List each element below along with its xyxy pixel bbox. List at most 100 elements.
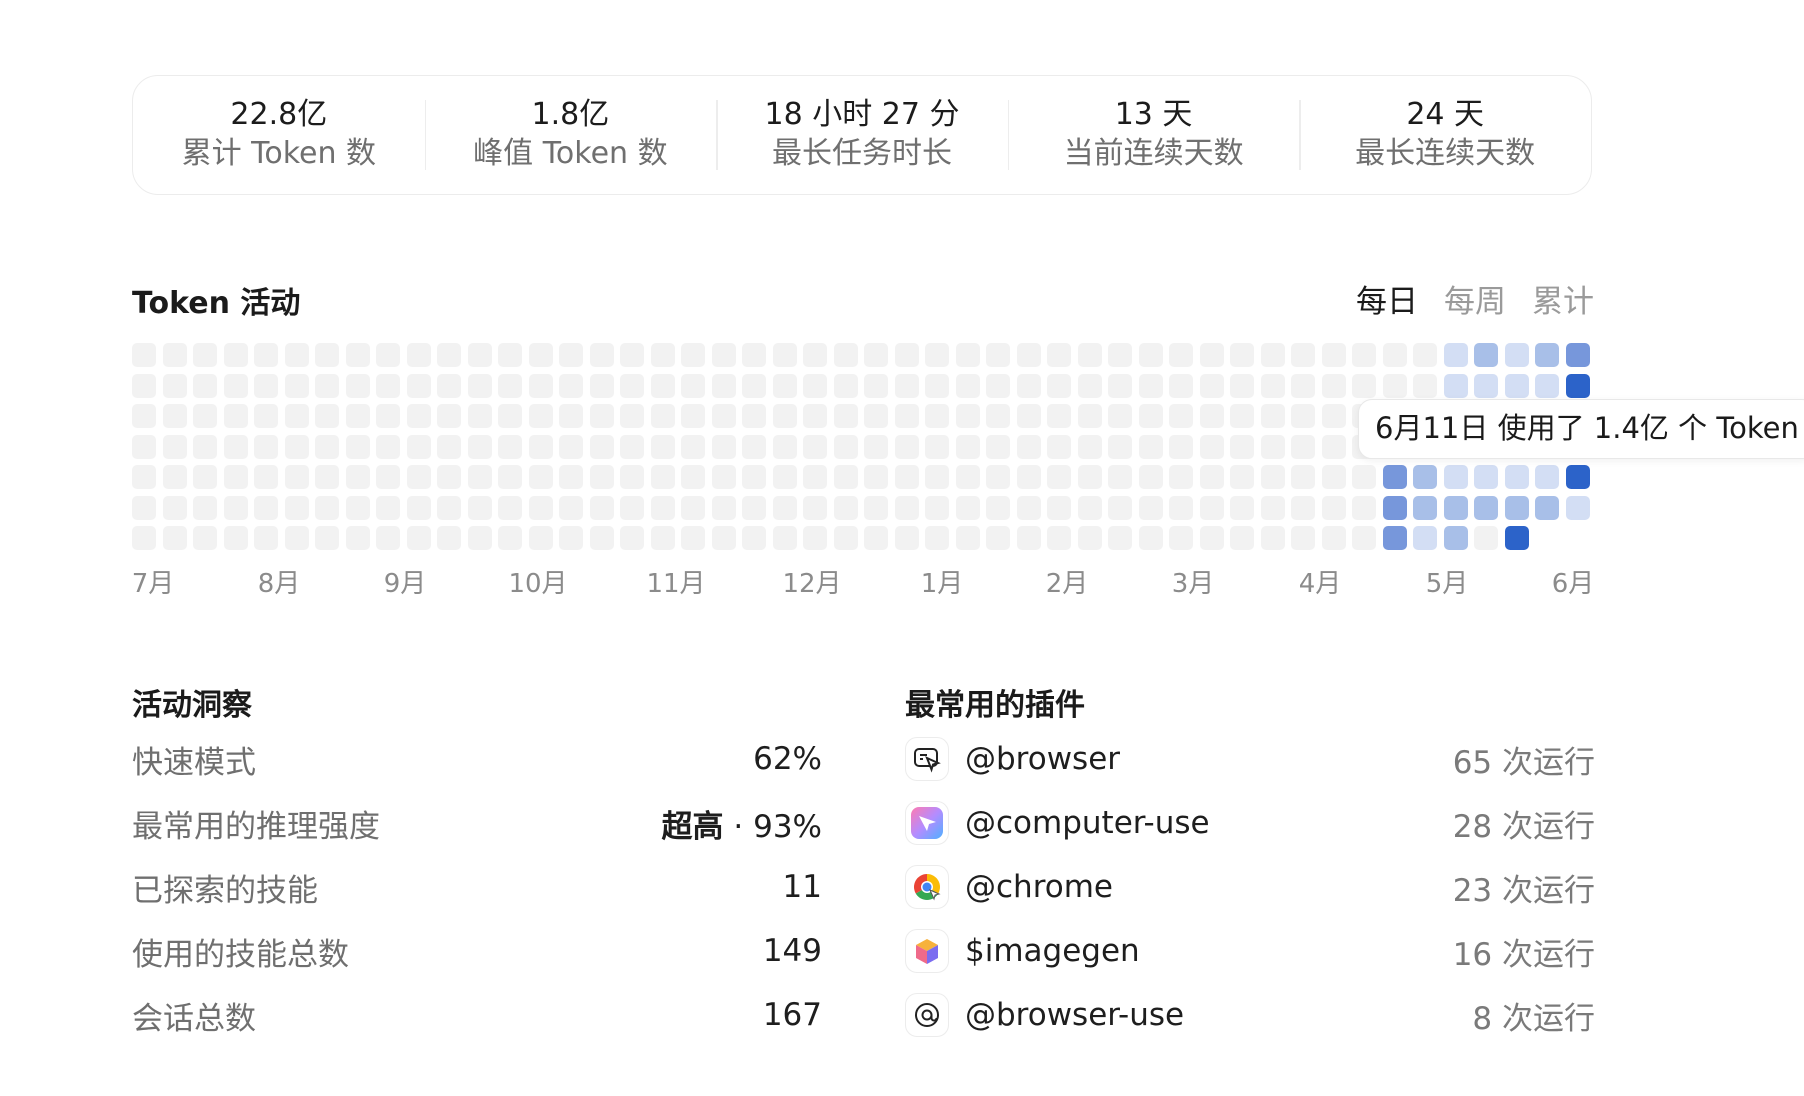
heatmap-cell[interactable] [803, 343, 827, 367]
heatmap-cell[interactable] [1382, 373, 1407, 398]
heatmap-cell[interactable] [1077, 373, 1102, 398]
heatmap-cell[interactable] [406, 434, 431, 459]
heatmap-cell[interactable] [1230, 404, 1254, 428]
heatmap-cell[interactable] [162, 434, 187, 459]
heatmap-cell[interactable] [925, 404, 949, 428]
heatmap-cell[interactable] [528, 465, 553, 489]
heatmap-cell[interactable] [986, 495, 1010, 520]
heatmap-cell[interactable] [284, 404, 309, 428]
heatmap-cell[interactable] [925, 495, 949, 520]
heatmap-cell[interactable] [406, 404, 431, 428]
heatmap-cell[interactable] [1291, 343, 1315, 367]
heatmap-cell[interactable] [1169, 465, 1193, 489]
heatmap-cell[interactable] [803, 526, 827, 550]
heatmap-cell[interactable] [1138, 404, 1163, 428]
heatmap-cell[interactable] [1016, 495, 1041, 520]
heatmap-cell[interactable] [284, 373, 309, 398]
heatmap-cell[interactable] [1382, 526, 1407, 550]
tab-cumulative[interactable]: 累计 [1532, 276, 1594, 321]
heatmap-cell[interactable] [742, 434, 766, 459]
heatmap-cell[interactable] [620, 434, 644, 459]
heatmap-cell[interactable] [315, 343, 339, 367]
heatmap-cell[interactable] [1230, 373, 1254, 398]
heatmap-cell[interactable] [1321, 343, 1346, 367]
heatmap-cell[interactable] [162, 343, 187, 367]
heatmap-cell[interactable] [437, 343, 461, 367]
heatmap-cell[interactable] [162, 404, 187, 428]
heatmap-cell[interactable] [1260, 373, 1285, 398]
heatmap-cell[interactable] [1474, 465, 1498, 489]
heatmap-cell[interactable] [803, 495, 827, 520]
heatmap-cell[interactable] [498, 373, 522, 398]
heatmap-cell[interactable] [284, 495, 309, 520]
heatmap-cell[interactable] [1108, 495, 1132, 520]
heatmap-cell[interactable] [894, 465, 919, 489]
heatmap-cell[interactable] [1535, 373, 1559, 398]
heatmap-cell[interactable] [742, 343, 766, 367]
heatmap-cell[interactable] [376, 526, 400, 550]
heatmap-cell[interactable] [1474, 526, 1498, 550]
heatmap-cell[interactable] [376, 495, 400, 520]
heatmap-cell[interactable] [1443, 373, 1468, 398]
heatmap-cell[interactable] [1504, 495, 1529, 520]
heatmap-cell[interactable] [955, 434, 980, 459]
heatmap-cell[interactable] [1016, 404, 1041, 428]
heatmap-cell[interactable] [345, 434, 370, 459]
heatmap-cell[interactable] [1199, 373, 1224, 398]
heatmap-cell[interactable] [132, 373, 156, 398]
heatmap-cell[interactable] [833, 526, 858, 550]
heatmap-cell[interactable] [894, 373, 919, 398]
heatmap-cell[interactable] [1291, 465, 1315, 489]
heatmap-cell[interactable] [589, 343, 614, 367]
heatmap-cell[interactable] [1504, 373, 1529, 398]
heatmap-cell[interactable] [345, 526, 370, 550]
heatmap-cell[interactable] [1565, 343, 1590, 367]
heatmap-cell[interactable] [772, 404, 797, 428]
heatmap-cell[interactable] [650, 343, 675, 367]
heatmap-cell[interactable] [955, 373, 980, 398]
heatmap-cell[interactable] [711, 404, 736, 428]
heatmap-cell[interactable] [1321, 526, 1346, 550]
heatmap-cell[interactable] [1108, 434, 1132, 459]
heatmap-cell[interactable] [1138, 526, 1163, 550]
heatmap-cell[interactable] [925, 343, 949, 367]
heatmap-cell[interactable] [498, 465, 522, 489]
heatmap-cell[interactable] [803, 404, 827, 428]
heatmap-cell[interactable] [193, 526, 217, 550]
heatmap-cell[interactable] [1138, 343, 1163, 367]
heatmap-cell[interactable] [1047, 465, 1071, 489]
heatmap-cell[interactable] [284, 343, 309, 367]
heatmap-cell[interactable] [1352, 373, 1376, 398]
heatmap-cell[interactable] [254, 465, 278, 489]
heatmap-cell[interactable] [376, 343, 400, 367]
heatmap-cell[interactable] [925, 526, 949, 550]
heatmap-cell[interactable] [559, 465, 583, 489]
heatmap-cell[interactable] [406, 465, 431, 489]
heatmap-cell[interactable] [620, 373, 644, 398]
heatmap-cell[interactable] [1352, 526, 1376, 550]
heatmap-cell[interactable] [1138, 495, 1163, 520]
heatmap-cell[interactable] [193, 343, 217, 367]
heatmap-cell[interactable] [711, 343, 736, 367]
heatmap-cell[interactable] [1077, 434, 1102, 459]
heatmap-cell[interactable] [315, 434, 339, 459]
heatmap-cell[interactable] [589, 495, 614, 520]
heatmap-cell[interactable] [1260, 404, 1285, 428]
heatmap-cell[interactable] [681, 373, 705, 398]
heatmap-cell[interactable] [1321, 404, 1346, 428]
heatmap-cell[interactable] [223, 343, 248, 367]
heatmap-cell[interactable] [132, 434, 156, 459]
heatmap-cell[interactable] [467, 373, 492, 398]
heatmap-cell[interactable] [193, 404, 217, 428]
heatmap-cell[interactable] [1260, 434, 1285, 459]
heatmap-cell[interactable] [650, 434, 675, 459]
heatmap-cell[interactable] [376, 434, 400, 459]
heatmap-cell[interactable] [1321, 465, 1346, 489]
heatmap-cell[interactable] [1443, 495, 1468, 520]
heatmap-cell[interactable] [986, 434, 1010, 459]
heatmap-cell[interactable] [955, 404, 980, 428]
heatmap-cell[interactable] [1016, 343, 1041, 367]
heatmap-cell[interactable] [1047, 373, 1071, 398]
heatmap-cell[interactable] [437, 465, 461, 489]
heatmap-cell[interactable] [467, 404, 492, 428]
